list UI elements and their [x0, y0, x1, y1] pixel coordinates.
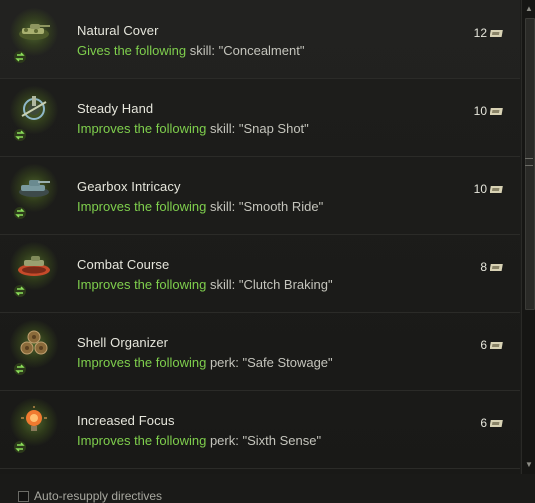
item-icon-wrap: [8, 396, 60, 456]
scrollbar-grip-icon: [525, 158, 533, 166]
item-title: Gearbox Intricacy: [77, 179, 181, 194]
tank-track-icon: [18, 256, 50, 276]
scroll-down-arrow-icon[interactable]: ▼: [524, 460, 534, 470]
refresh-icon: [14, 363, 26, 375]
item-icon-wrap: [8, 84, 60, 144]
scrollbar[interactable]: ▲ ▼: [521, 0, 535, 474]
bonds-icon: [490, 107, 503, 115]
refresh-icon: [14, 285, 26, 297]
item-description: Gives the following skill: "Concealment": [77, 43, 305, 58]
refresh-icon: [14, 51, 26, 63]
item-title: Combat Course: [77, 257, 170, 272]
refresh-icon: [14, 207, 26, 219]
item-description: Improves the following skill: "Clutch Br…: [77, 277, 333, 292]
item-price: 12: [474, 26, 504, 40]
item-title: Steady Hand: [77, 101, 154, 116]
shells-icon: [20, 330, 48, 355]
footer: Auto-resupply directives: [0, 474, 535, 503]
item-icon-wrap: [8, 162, 60, 222]
auto-resupply-checkbox[interactable]: [18, 491, 29, 502]
refresh-icon: [14, 129, 26, 141]
scroll-up-arrow-icon[interactable]: ▲: [524, 4, 534, 14]
bonds-icon: [490, 29, 503, 37]
item-description: Improves the following perk: "Safe Stowa…: [77, 355, 333, 370]
item-description: Improves the following skill: "Snap Shot…: [77, 121, 309, 136]
item-price: 6: [480, 338, 504, 352]
item-description: Improves the following perk: "Sixth Sens…: [77, 433, 322, 448]
bonds-icon: [490, 185, 503, 193]
item-price: 6: [480, 416, 504, 430]
item-title: Natural Cover: [77, 23, 159, 38]
list-item[interactable]: Steady Hand Improves the following skill…: [0, 78, 520, 157]
directives-list: Natural Cover Gives the following skill:…: [0, 0, 520, 474]
item-price: 8: [480, 260, 504, 274]
list-item[interactable]: Natural Cover Gives the following skill:…: [0, 0, 520, 79]
bonds-icon: [490, 419, 503, 427]
gun-mantlet-icon: [21, 96, 47, 120]
bonds-icon: [490, 263, 503, 271]
lightbulb-icon: [21, 406, 47, 431]
list-item[interactable]: Gearbox Intricacy Improves the following…: [0, 156, 520, 235]
item-price: 10: [474, 182, 504, 196]
item-price: 10: [474, 104, 504, 118]
bonds-icon: [490, 341, 503, 349]
item-title: Shell Organizer: [77, 335, 169, 350]
list-item[interactable]: Shell Organizer Improves the following p…: [0, 312, 520, 391]
item-title: Increased Focus: [77, 413, 175, 428]
item-description: Improves the following skill: "Smooth Ri…: [77, 199, 324, 214]
refresh-icon: [14, 441, 26, 453]
list-item[interactable]: Increased Focus Improves the following p…: [0, 390, 520, 469]
item-icon-wrap: [8, 318, 60, 378]
item-icon-wrap: [8, 240, 60, 300]
auto-resupply-label[interactable]: Auto-resupply directives: [34, 489, 162, 503]
tank-icon: [19, 180, 50, 197]
camouflaged-tank-icon: [19, 24, 50, 40]
list-item[interactable]: Combat Course Improves the following ski…: [0, 234, 520, 313]
item-icon-wrap: [8, 6, 60, 66]
